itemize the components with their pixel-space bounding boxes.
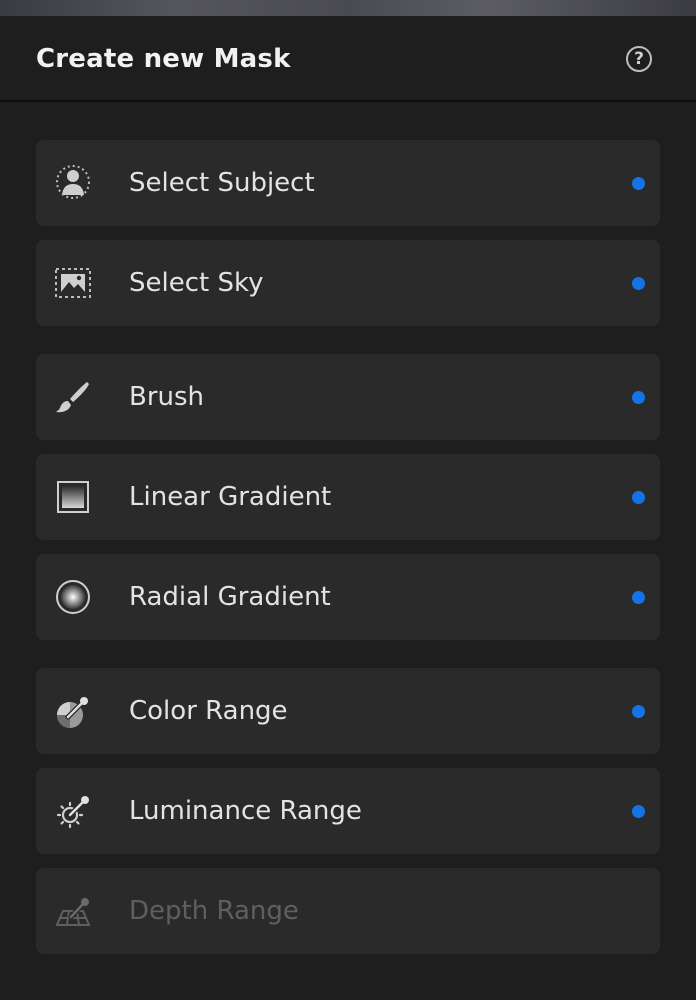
mask-option-label: Luminance Range — [129, 796, 362, 826]
mask-option-brush[interactable]: Brush — [36, 354, 660, 440]
select-subject-icon — [54, 165, 92, 201]
mask-option-label: Radial Gradient — [129, 582, 331, 612]
mask-option-color-range[interactable]: Color Range — [36, 668, 660, 754]
select-sky-icon — [54, 265, 92, 301]
new-indicator-dot — [632, 805, 645, 818]
mask-option-label: Select Sky — [129, 268, 264, 298]
new-indicator-dot — [632, 491, 645, 504]
depth-range-icon — [54, 893, 92, 929]
linear-gradient-icon — [54, 479, 92, 515]
brush-icon — [54, 379, 92, 415]
mask-option-select-subject[interactable]: Select Subject — [36, 140, 660, 226]
photo-preview-strip — [0, 0, 696, 16]
luminance-range-icon — [54, 793, 92, 829]
new-indicator-dot — [632, 177, 645, 190]
mask-option-radial-gradient[interactable]: Radial Gradient — [36, 554, 660, 640]
panel-title: Create new Mask — [36, 44, 291, 74]
mask-option-depth-range: Depth Range — [36, 868, 660, 954]
mask-option-label: Brush — [129, 382, 205, 412]
mask-option-select-sky[interactable]: Select Sky — [36, 240, 660, 326]
new-indicator-dot — [632, 591, 645, 604]
mask-option-label: Linear Gradient — [129, 482, 332, 512]
mask-option-linear-gradient[interactable]: Linear Gradient — [36, 454, 660, 540]
radial-gradient-icon — [54, 579, 92, 615]
new-indicator-dot — [632, 391, 645, 404]
mask-option-luminance-range[interactable]: Luminance Range — [36, 768, 660, 854]
mask-option-label: Depth Range — [129, 896, 299, 926]
new-indicator-dot — [632, 705, 645, 718]
new-indicator-dot — [632, 277, 645, 290]
mask-option-label: Color Range — [129, 696, 288, 726]
panel-header: Create new Mask ? — [0, 16, 696, 102]
color-range-icon — [54, 693, 92, 729]
mask-option-label: Select Subject — [129, 168, 315, 198]
help-icon[interactable]: ? — [626, 46, 652, 72]
